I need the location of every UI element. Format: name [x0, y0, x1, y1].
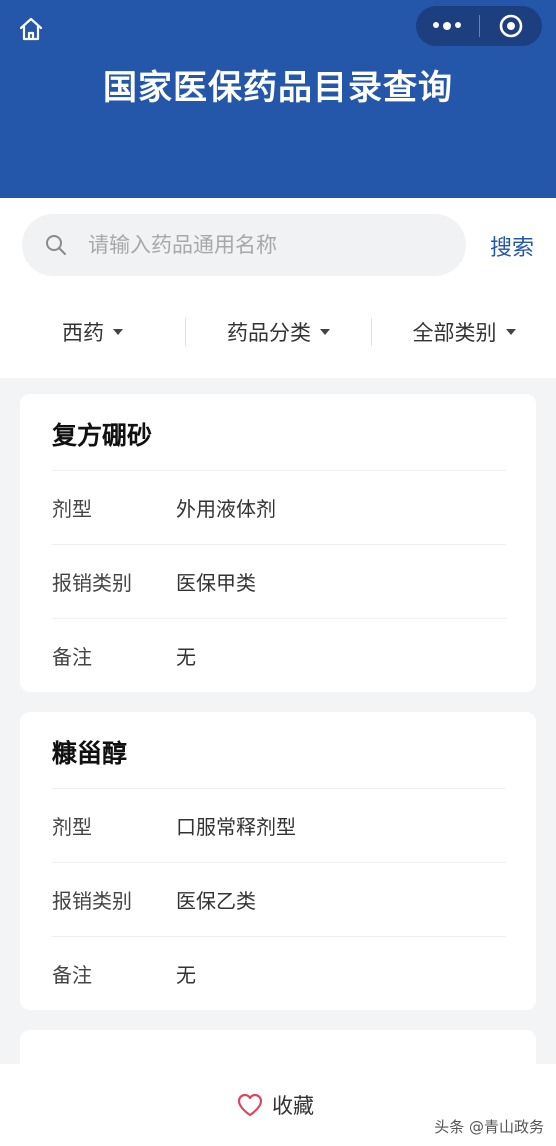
filter-bar: 西药 药品分类 全部类别 — [0, 310, 556, 354]
filter-reimbursement-class[interactable]: 全部类别 — [372, 310, 556, 354]
info-value: 外用液体剂 — [176, 497, 276, 521]
mini-program-capsule — [416, 6, 542, 46]
filter-drug-category[interactable]: 药品分类 — [186, 310, 371, 354]
filter-label: 药品分类 — [227, 321, 311, 345]
heart-icon — [237, 1093, 263, 1117]
drug-name: 糠甾醇 — [52, 739, 128, 768]
info-value: 医保乙类 — [176, 889, 256, 913]
more-dots-icon — [433, 22, 462, 30]
caret-down-icon — [113, 329, 123, 335]
info-value: 医保甲类 — [176, 571, 256, 595]
app-header: 国家医保药品目录查询 — [0, 0, 556, 198]
info-value: 无 — [176, 963, 196, 987]
caret-down-icon — [320, 329, 330, 335]
info-key: 备注 — [52, 645, 92, 669]
search-button[interactable]: 搜索 — [490, 230, 534, 262]
info-key: 报销类别 — [52, 889, 132, 913]
search-input[interactable] — [88, 233, 418, 257]
info-value: 无 — [176, 645, 196, 669]
mini-program-close-icon — [499, 14, 523, 38]
filter-drug-type[interactable]: 西药 — [0, 310, 185, 354]
watermark: 头条 @青山政务 — [434, 1118, 544, 1136]
info-key: 备注 — [52, 963, 92, 987]
close-button[interactable] — [480, 6, 543, 46]
bottom-bar: 收藏 头条 @青山政务 — [0, 1064, 556, 1146]
search-box[interactable] — [22, 214, 466, 276]
drug-info-row: 报销类别 医保乙类 — [52, 862, 506, 936]
search-panel: 搜索 西药 药品分类 全部类别 — [0, 198, 556, 378]
info-value: 口服常释剂型 — [176, 815, 296, 839]
filter-label: 全部类别 — [412, 321, 497, 345]
drug-info-row: 备注 无 — [52, 618, 506, 692]
drug-info-row: 剂型 外用液体剂 — [52, 470, 506, 544]
page-title: 国家医保药品目录查询 — [103, 68, 453, 108]
favorite-button[interactable]: 收藏 — [236, 1090, 314, 1120]
info-key: 报销类别 — [52, 571, 132, 595]
drug-info-row: 剂型 口服常释剂型 — [52, 788, 506, 862]
drug-info-row: 报销类别 医保甲类 — [52, 544, 506, 618]
filter-label: 西药 — [62, 321, 104, 345]
drug-name: 复方硼砂 — [52, 421, 153, 450]
home-button[interactable] — [14, 12, 48, 46]
drug-card[interactable]: 糠甾醇 剂型 口服常释剂型 报销类别 医保乙类 备注 无 — [20, 712, 536, 1010]
more-button[interactable] — [416, 6, 479, 46]
favorite-label: 收藏 — [272, 1094, 314, 1118]
home-icon — [19, 17, 43, 41]
caret-down-icon — [505, 329, 516, 335]
info-key: 剂型 — [52, 497, 92, 521]
drug-card[interactable]: 复方硼砂 剂型 外用液体剂 报销类别 医保甲类 备注 无 — [20, 394, 536, 692]
info-key: 剂型 — [52, 815, 92, 839]
drug-info-row: 备注 无 — [52, 936, 506, 1010]
search-icon — [44, 233, 68, 257]
